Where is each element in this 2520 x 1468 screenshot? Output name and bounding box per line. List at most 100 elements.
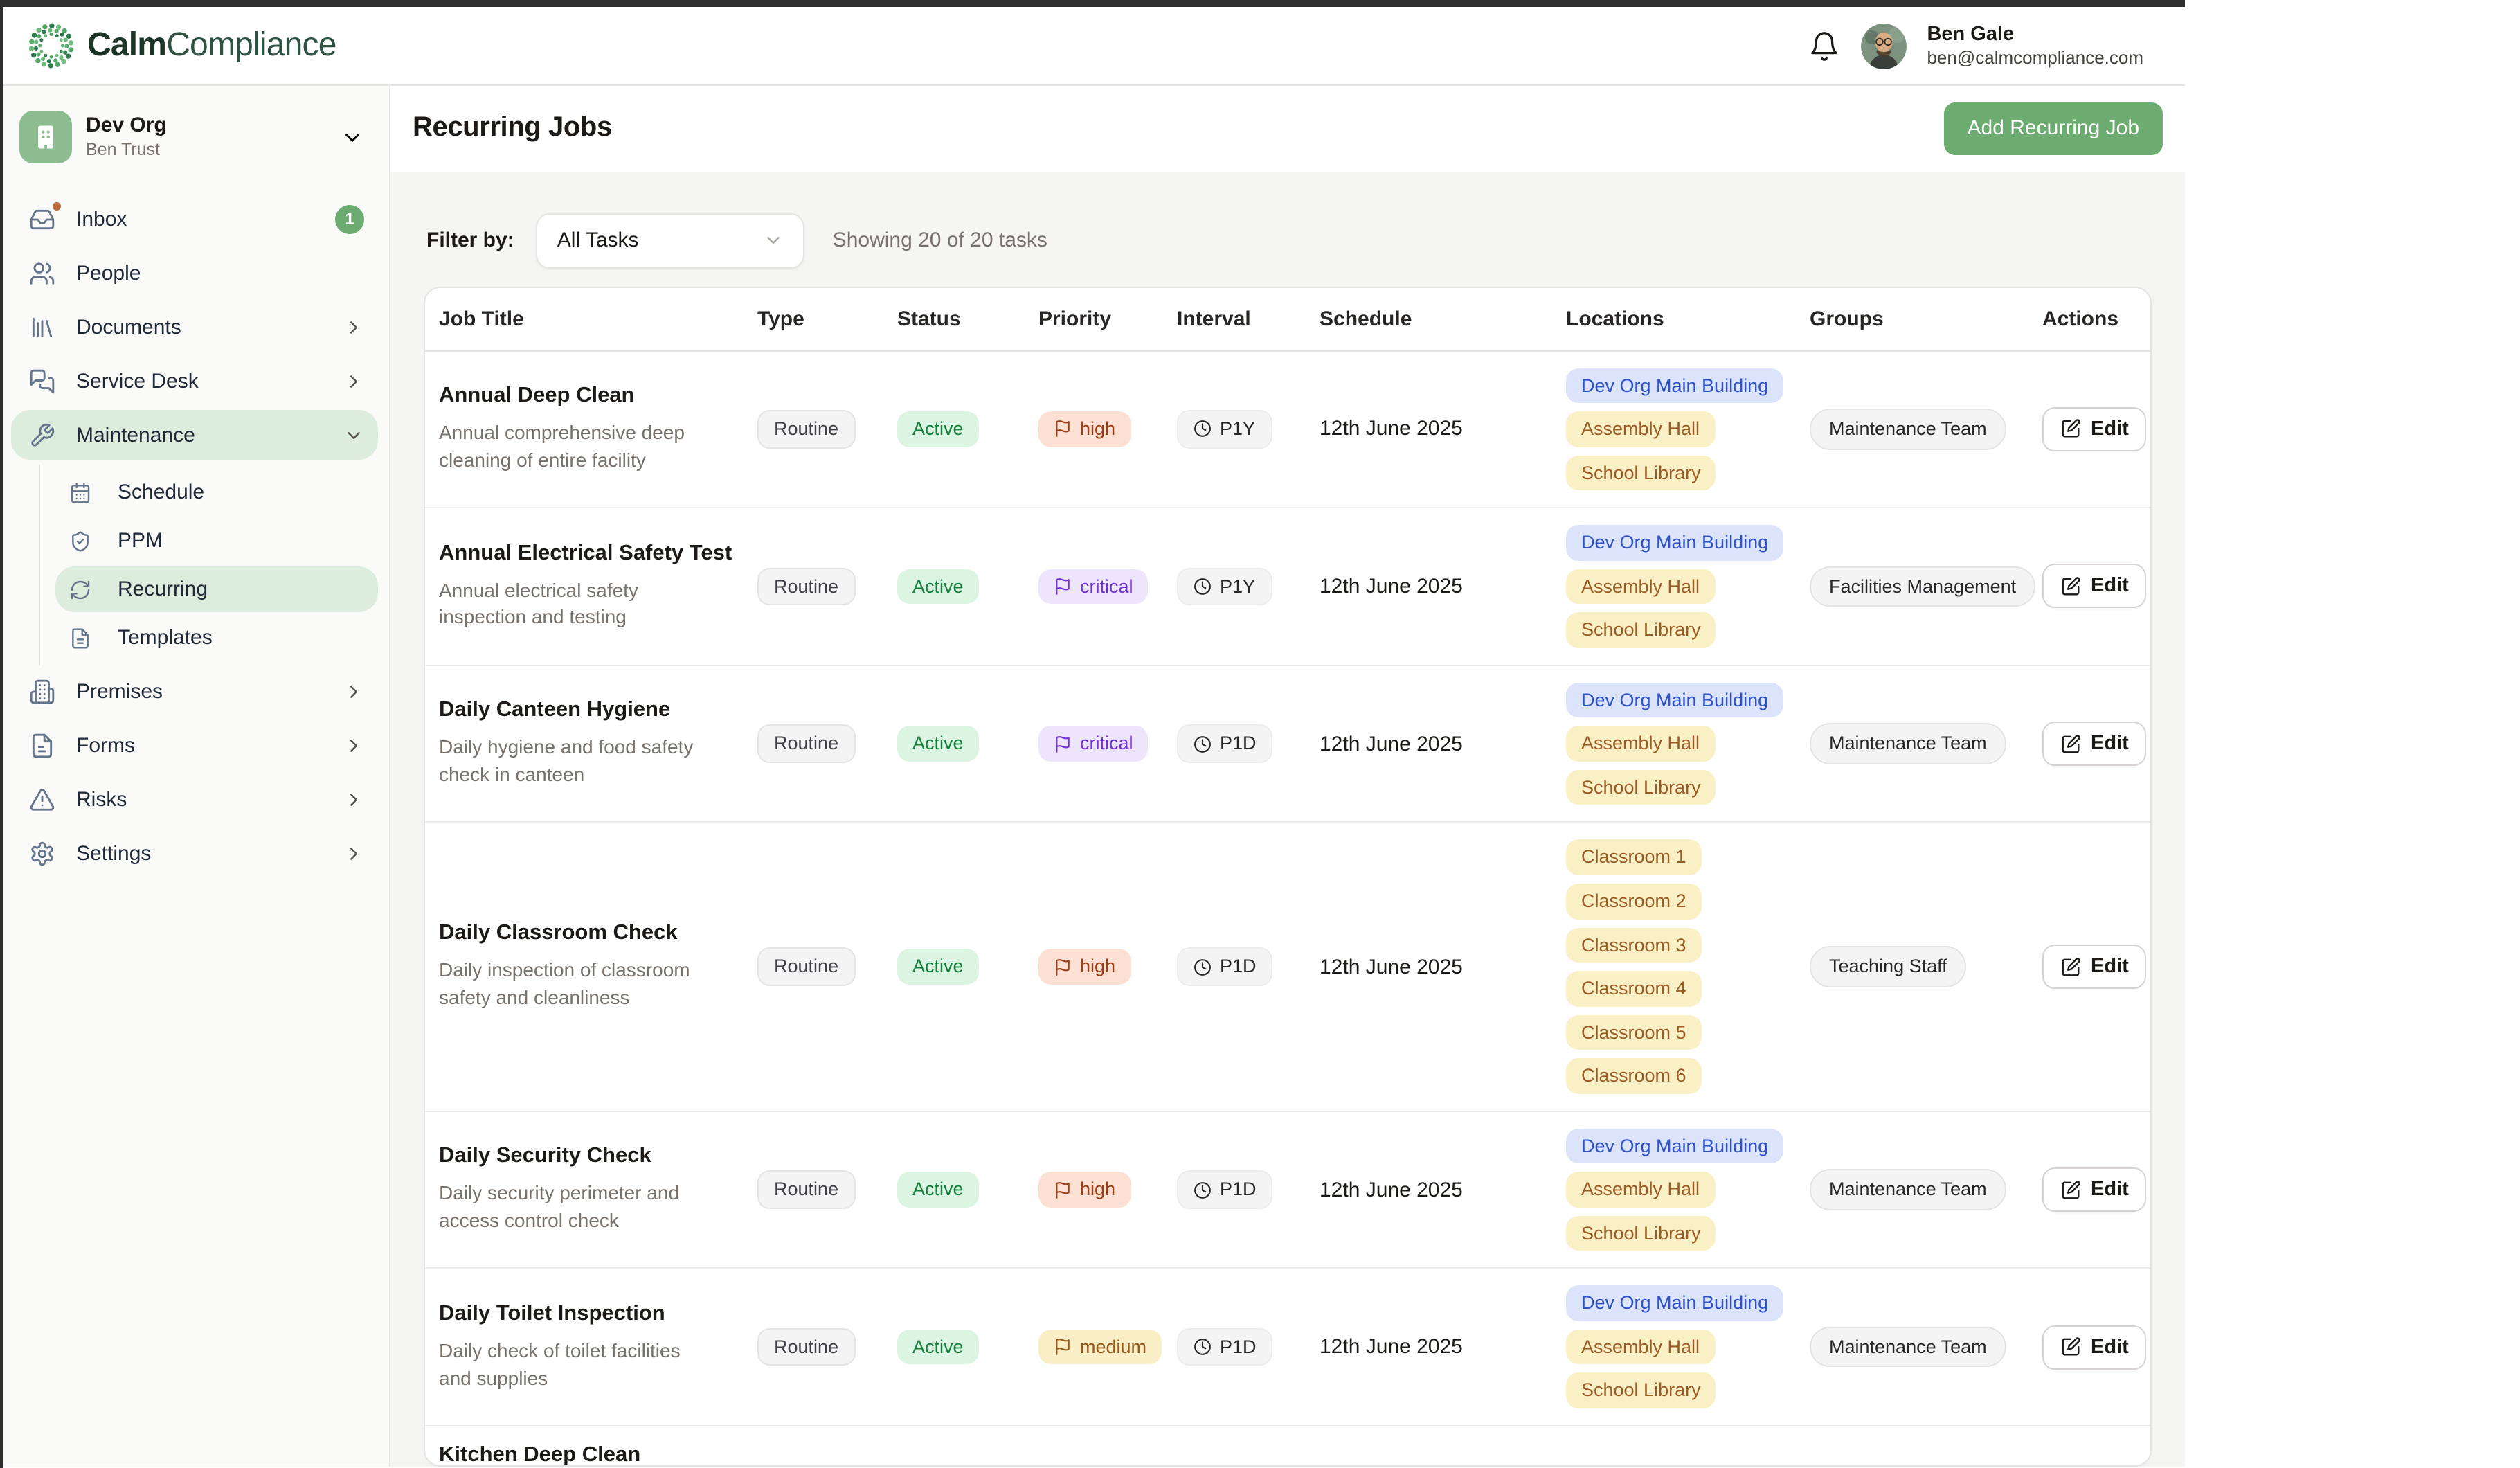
job-title: Daily Toilet Inspection (439, 1302, 757, 1327)
actions-cell: Edit (2042, 407, 2147, 451)
table-row-annual-deep-clean: Annual Deep CleanAnnual comprehensive de… (425, 351, 2150, 508)
interval-cell: P1D (1177, 948, 1320, 986)
schedule-date: 12th June 2025 (1320, 418, 1566, 441)
priority-badge: medium (1038, 1330, 1162, 1365)
status-cell: Active (897, 1330, 1038, 1365)
ppm-icon (69, 530, 93, 552)
brand-name: CalmCompliance (87, 26, 336, 65)
actions-cell: Edit (2042, 564, 2147, 609)
notification-dot (51, 200, 62, 211)
logo-swirl-icon (28, 22, 75, 69)
sidebar-item-forms[interactable]: Forms (11, 720, 378, 770)
interval-badge: P1Y (1177, 567, 1272, 605)
sidebar-item-inbox[interactable]: Inbox1 (11, 194, 378, 244)
flag-icon (1054, 1181, 1072, 1199)
status-cell: Active (897, 411, 1038, 447)
interval-cell: P1Y (1177, 567, 1320, 605)
schedule-date: 12th June 2025 (1320, 732, 1566, 755)
edit-button[interactable]: Edit (2042, 1167, 2147, 1212)
group-tag: Teaching Staff (1810, 947, 1967, 987)
edit-pencil-icon (2060, 419, 2081, 440)
interval-badge: P1D (1177, 1328, 1273, 1366)
location-tag: Classroom 2 (1566, 884, 1702, 919)
clock-icon (1194, 578, 1212, 596)
job-title: Annual Deep Clean (439, 384, 757, 409)
column-header-status: Status (897, 287, 1038, 350)
edit-button[interactable]: Edit (2042, 945, 2147, 989)
job-description: Daily check of toilet facilities and sup… (439, 1338, 713, 1393)
edit-button[interactable]: Edit (2042, 564, 2147, 609)
interval-badge: P1D (1177, 1171, 1273, 1209)
sidebar-item-risks[interactable]: Risks (11, 774, 378, 824)
status-badge: Active (897, 726, 979, 762)
job-title: Daily Security Check (439, 1144, 757, 1169)
edit-button[interactable]: Edit (2042, 1325, 2147, 1369)
edit-pencil-icon (2060, 733, 2081, 754)
brand-logo: CalmCompliance (28, 22, 336, 69)
column-header-type: Type (757, 287, 897, 350)
location-tag: Classroom 4 (1566, 971, 1702, 1006)
add-recurring-job-button[interactable]: Add Recurring Job (1944, 102, 2163, 155)
locations-cell: Dev Org Main BuildingAssembly HallSchool… (1566, 368, 1810, 490)
status-badge: Active (897, 569, 979, 604)
chevron-down-icon (764, 230, 784, 251)
sidebar-item-recurring[interactable]: Recurring (55, 566, 378, 612)
chevron-right-icon (343, 843, 364, 863)
service-desk-icon (29, 368, 57, 394)
actions-cell: Edit (2042, 1167, 2147, 1212)
interval-badge: P1D (1177, 725, 1273, 763)
sidebar-item-maintenance[interactable]: Maintenance (11, 410, 378, 460)
location-tag: School Library (1566, 455, 1716, 490)
sidebar-item-label: Recurring (118, 578, 208, 601)
settings-icon (29, 840, 57, 866)
group-tag: Maintenance Team (1810, 1170, 2006, 1210)
edit-button[interactable]: Edit (2042, 407, 2147, 451)
groups-cell: Facilities Management (1810, 566, 2042, 607)
sidebar-item-documents[interactable]: Documents (11, 302, 378, 352)
sidebar-item-premises[interactable]: Premises (11, 666, 378, 716)
flag-icon (1054, 578, 1072, 596)
sidebar-item-label: Inbox (76, 207, 316, 231)
task-filter-select[interactable]: All Tasks (537, 213, 805, 268)
edit-button[interactable]: Edit (2042, 722, 2147, 766)
actions-cell: Edit (2042, 945, 2147, 989)
column-header-job-title: Job Title (439, 287, 757, 350)
sidebar-item-templates[interactable]: Templates (55, 615, 378, 661)
location-tag: School Library (1566, 770, 1716, 805)
sidebar-item-settings[interactable]: Settings (11, 828, 378, 878)
job-title-cell: Kitchen Deep CleanWeekly deep cleaning o… (439, 1443, 757, 1467)
groups-cell: Maintenance Team (1810, 1170, 2042, 1210)
clock-icon (1194, 420, 1212, 438)
sidebar-item-label: Service Desk (76, 369, 324, 393)
location-tag: Assembly Hall (1566, 1172, 1715, 1208)
job-title-cell: Daily Toilet Inspection Daily check of to… (439, 1302, 757, 1393)
groups-cell: Maintenance Team (1810, 724, 2042, 764)
flag-icon (1054, 735, 1072, 753)
type-cell: Routine (757, 948, 897, 986)
chevron-down-icon (341, 125, 364, 149)
location-tag: Dev Org Main Building (1566, 1286, 1783, 1321)
sidebar-item-service-desk[interactable]: Service Desk (11, 356, 378, 406)
sidebar-item-ppm[interactable]: PPM (55, 518, 378, 564)
chevron-down-icon (343, 424, 364, 445)
sidebar-item-label: Forms (76, 733, 324, 757)
sidebar-item-schedule[interactable]: Schedule (55, 469, 378, 515)
column-header-actions: Actions (2042, 287, 2139, 350)
user-avatar[interactable] (1860, 23, 1906, 69)
notifications-bell-icon[interactable] (1808, 30, 1839, 62)
org-switcher[interactable]: Dev Org Ben Trust (11, 105, 378, 169)
filter-label: Filter by: (426, 229, 514, 252)
group-tag: Maintenance Team (1810, 409, 2006, 449)
recurring-icon (69, 578, 93, 600)
actions-cell: Edit (2042, 722, 2147, 766)
chevron-right-icon (343, 370, 364, 391)
inbox-icon (29, 206, 57, 232)
job-title: Annual Electrical Safety Test (439, 541, 757, 566)
column-header-groups: Groups (1810, 287, 2042, 350)
priority-badge: high (1038, 949, 1131, 985)
user-info[interactable]: Ben Gale ben@calmcompliance.com (1927, 22, 2143, 70)
schedule-date: 12th June 2025 (1320, 1335, 1566, 1359)
location-tag: School Library (1566, 613, 1716, 648)
sidebar-item-people[interactable]: People (11, 248, 378, 298)
priority-cell: critical (1038, 569, 1177, 604)
